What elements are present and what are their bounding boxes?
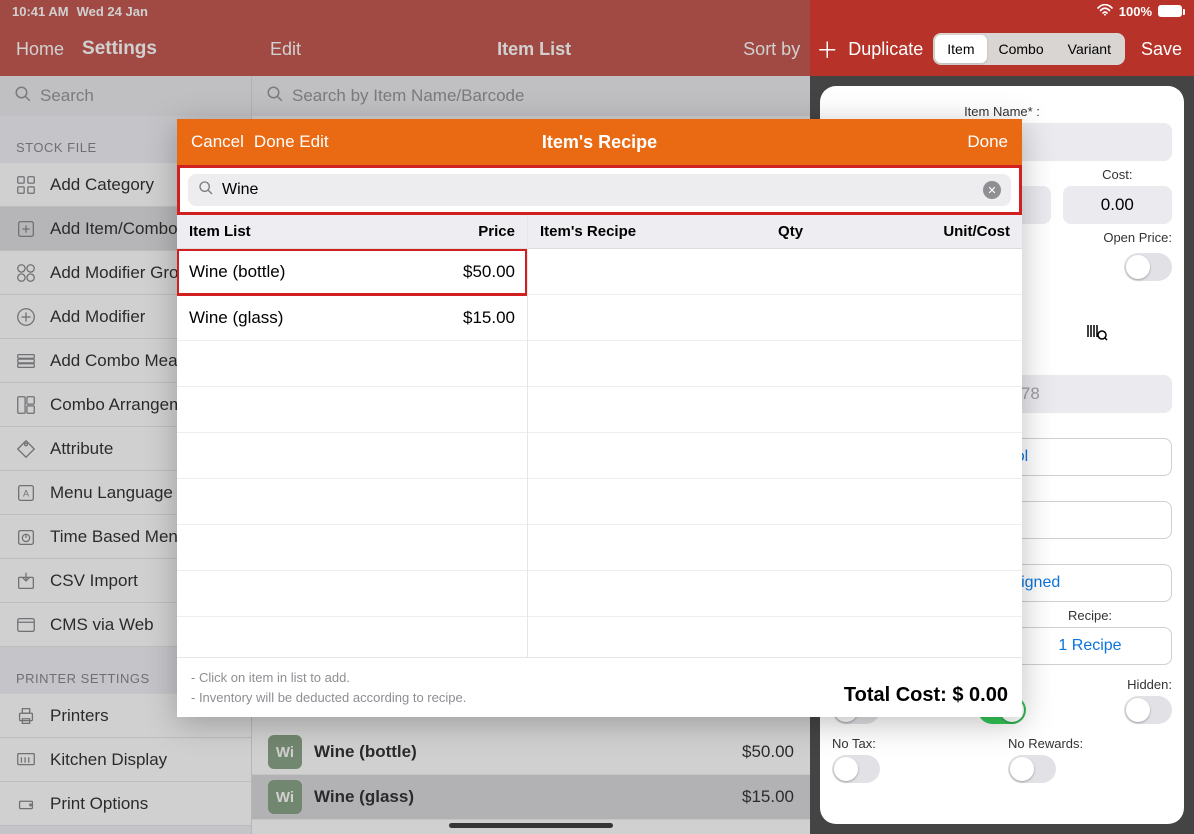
recipe-item-row[interactable]: Wine (bottle) $50.00 — [177, 249, 527, 295]
search-icon — [198, 180, 214, 201]
seg-variant[interactable]: Variant — [1056, 35, 1123, 63]
toggle-norewards[interactable] — [1008, 755, 1056, 783]
col-unit: Unit/Cost — [890, 223, 1010, 240]
recipe-item-name: Wine (glass) — [189, 308, 283, 328]
hint-text: - Inventory will be deducted according t… — [191, 688, 466, 708]
empty-row — [177, 341, 527, 387]
modal-footer: - Click on item in list to add. - Invent… — [177, 657, 1022, 717]
toggle-hidden[interactable] — [1124, 696, 1172, 724]
recipe-modal: Cancel Done Edit Item's Recipe Done Wine… — [177, 119, 1022, 717]
col-recipe: Item's Recipe — [540, 223, 636, 240]
modal-search[interactable]: Wine ✕ — [188, 174, 1011, 206]
hint-text: - Click on item in list to add. — [191, 668, 466, 688]
label-cost: Cost: — [1063, 167, 1172, 182]
empty-row — [528, 249, 1022, 295]
col-qty: Qty — [723, 223, 803, 240]
battery-percent: 100% — [1119, 4, 1152, 19]
label-item-name: Item Name* : — [832, 104, 1172, 119]
seg-combo[interactable]: Combo — [987, 35, 1056, 63]
modal-done[interactable]: Done — [967, 132, 1008, 152]
empty-row — [528, 295, 1022, 341]
empty-row — [177, 387, 527, 433]
duplicate-button[interactable]: Duplicate — [848, 39, 923, 60]
total-cost: Total Cost: $ 0.00 — [844, 684, 1008, 707]
col-price: Price — [478, 223, 515, 240]
save-button[interactable]: Save — [1141, 39, 1182, 60]
modal-cancel[interactable]: Cancel — [191, 132, 244, 152]
input-cost[interactable]: 0.00 — [1063, 186, 1172, 224]
modal-search-value: Wine — [222, 181, 975, 199]
empty-row — [177, 571, 527, 617]
empty-row — [528, 387, 1022, 433]
empty-row — [177, 617, 527, 657]
seg-item[interactable]: Item — [935, 35, 986, 63]
empty-row — [177, 479, 527, 525]
empty-row — [528, 433, 1022, 479]
recipe-item-price: $50.00 — [463, 262, 515, 282]
label-open-price: Open Price: — [1008, 230, 1172, 245]
btn-recipe[interactable]: 1 Recipe — [1008, 627, 1172, 665]
modal-done-edit[interactable]: Done Edit — [254, 132, 329, 152]
plus-icon[interactable]: ＋ — [816, 33, 838, 65]
wifi-icon — [1097, 4, 1113, 19]
empty-row — [177, 525, 527, 571]
empty-row — [528, 617, 1022, 657]
battery-icon — [1158, 5, 1182, 17]
recipe-item-name: Wine (bottle) — [189, 262, 285, 282]
empty-row — [528, 479, 1022, 525]
label-norewards: No Rewards: — [1008, 736, 1172, 751]
segmented-control: Item Combo Variant — [933, 33, 1125, 65]
barcode-scan-icon[interactable] — [1020, 312, 1172, 350]
empty-row — [528, 525, 1022, 571]
modal-search-highlight: Wine ✕ — [177, 165, 1022, 215]
recipe-item-price: $15.00 — [463, 308, 515, 328]
modal-header: Cancel Done Edit Item's Recipe Done — [177, 119, 1022, 165]
toggle-notax[interactable] — [832, 755, 880, 783]
modal-title: Item's Recipe — [542, 132, 657, 153]
label-recipe: Recipe: — [1008, 608, 1172, 623]
label-notax: No Tax: — [832, 736, 996, 751]
empty-row — [528, 341, 1022, 387]
clear-icon[interactable]: ✕ — [983, 181, 1001, 199]
toggle-open-price[interactable] — [1124, 253, 1172, 281]
empty-row — [177, 433, 527, 479]
col-item-list: Item List — [189, 223, 251, 240]
recipe-item-row[interactable]: Wine (glass) $15.00 — [177, 295, 527, 341]
empty-row — [528, 571, 1022, 617]
label-hidden: Hidden: — [1067, 677, 1172, 692]
